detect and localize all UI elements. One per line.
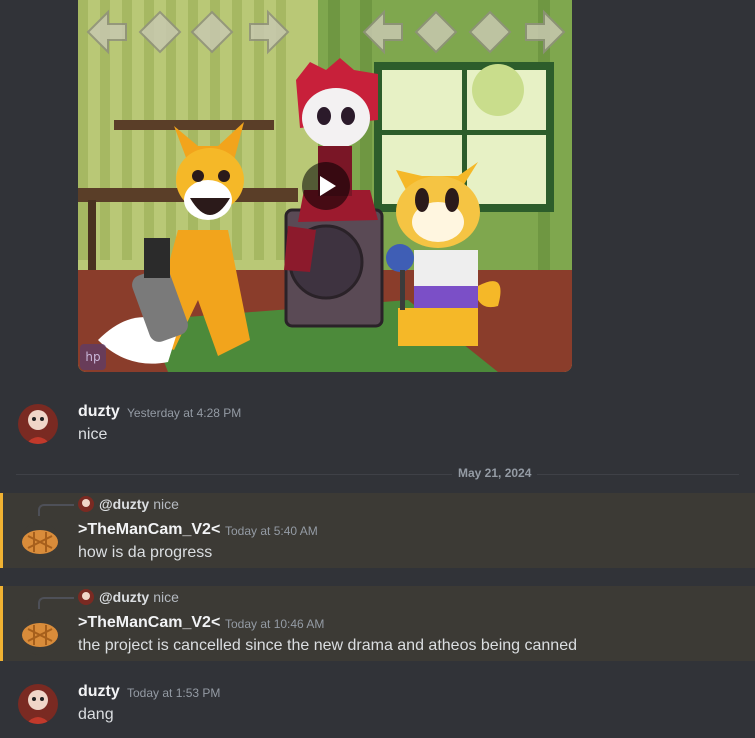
avatar[interactable] xyxy=(20,522,60,562)
reply-preview[interactable]: @duzty nice xyxy=(78,496,179,512)
message-timestamp: Today at 10:46 AM xyxy=(225,617,325,631)
message: duzty Today at 1:53 PM dang xyxy=(0,666,755,738)
reply-author: @duzty xyxy=(99,496,150,512)
reply-author: @duzty xyxy=(99,589,150,605)
avatar[interactable] xyxy=(20,615,60,655)
author-name[interactable]: >TheManCam_V2< xyxy=(78,614,220,632)
reply-avatar xyxy=(78,589,94,605)
message-text: dang xyxy=(78,706,114,723)
reply-avatar xyxy=(78,496,94,512)
watermark: hp xyxy=(80,344,106,370)
author-name[interactable]: duzty xyxy=(78,403,120,421)
message-text: how is da progress xyxy=(78,544,213,561)
message-mention-highlight: @duzty nice >TheManCam_V2< Today at 10:4… xyxy=(0,586,755,661)
reply-text: nice xyxy=(153,496,179,512)
avatar[interactable] xyxy=(18,404,58,444)
avatar[interactable] xyxy=(18,684,58,724)
reply-spine xyxy=(38,504,74,516)
message-mention-highlight: @duzty nice >TheManCam_V2< Today at 5:40… xyxy=(0,493,755,568)
play-button[interactable] xyxy=(302,162,350,210)
message-text: nice xyxy=(78,426,108,443)
author-name[interactable]: >TheManCam_V2< xyxy=(78,521,220,539)
date-divider xyxy=(16,474,739,475)
reply-text: nice xyxy=(153,589,179,605)
reply-spine xyxy=(38,597,74,609)
play-icon xyxy=(320,176,336,196)
message-text: the project is cancelled since the new d… xyxy=(78,637,577,654)
message-timestamp: Yesterday at 4:28 PM xyxy=(127,406,242,420)
author-name[interactable]: duzty xyxy=(78,683,120,701)
date-divider-label: May 21, 2024 xyxy=(452,466,538,480)
message-timestamp: Today at 5:40 AM xyxy=(225,524,318,538)
video-embed[interactable]: hp xyxy=(78,0,572,372)
message-timestamp: Today at 1:53 PM xyxy=(127,686,221,700)
message: duzty Yesterday at 4:28 PM nice xyxy=(0,384,755,466)
reply-preview[interactable]: @duzty nice xyxy=(78,589,179,605)
